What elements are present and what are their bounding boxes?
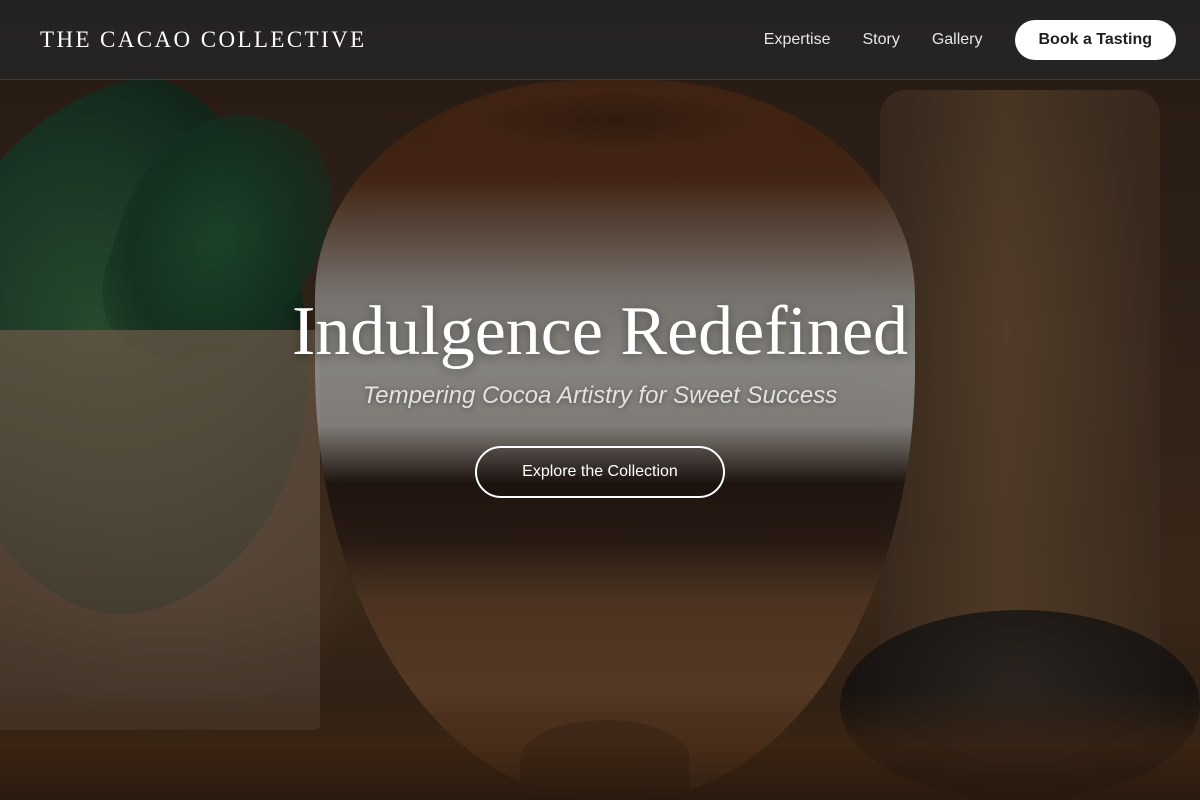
hero-title: Indulgence Redefined (291, 293, 909, 370)
hero-section: THE CACAO COLLECTIVE Expertise Story Gal… (0, 0, 1200, 800)
hero-content: Indulgence Redefined Tempering Cocoa Art… (0, 290, 1200, 498)
hero-subtitle: Tempering Cocoa Artistry for Sweet Succe… (362, 382, 838, 409)
book-tasting-button[interactable]: Book a Tasting (1014, 19, 1176, 60)
nav-link-story[interactable]: Story (862, 31, 899, 49)
nav-link-gallery[interactable]: Gallery (932, 31, 983, 49)
nav-link-expertise[interactable]: Expertise (764, 31, 831, 49)
explore-collection-button[interactable]: Explore the Collection (475, 446, 725, 498)
brand-logo-text[interactable]: THE CACAO COLLECTIVE (40, 27, 367, 53)
top-navigation-bar: THE CACAO COLLECTIVE Expertise Story Gal… (0, 0, 1200, 80)
nav-links: Expertise Story Gallery Book a Tasting (764, 19, 1176, 60)
